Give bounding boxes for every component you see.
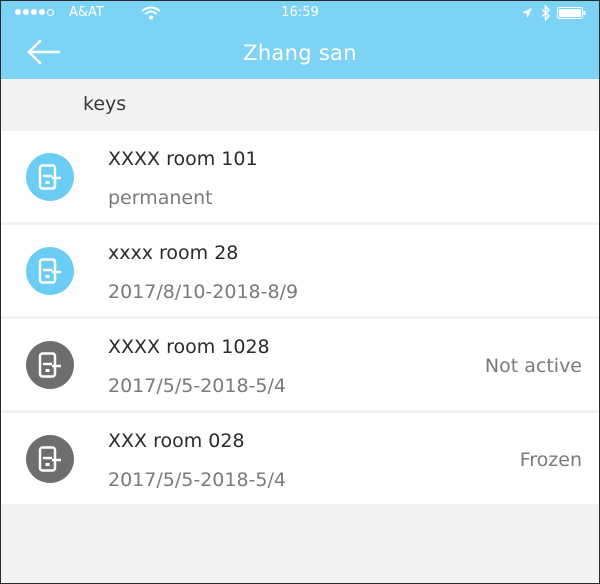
back-button[interactable] bbox=[23, 35, 73, 71]
key-name: XXX room 028 bbox=[108, 430, 245, 452]
keys-section-header: keys bbox=[1, 79, 599, 131]
key-validity: 2017/5/5-2018-5/4 bbox=[108, 469, 286, 491]
navigation-bar: Zhang san bbox=[1, 27, 599, 79]
bluetooth-icon bbox=[541, 5, 551, 21]
app-header: A&AT 16:59 Zhang san bbox=[1, 1, 599, 79]
door-lock-icon bbox=[38, 446, 61, 472]
key-list-item[interactable]: XXXX room 101 permanent bbox=[1, 131, 599, 222]
key-validity: 2017/8/10-2018-8/9 bbox=[108, 281, 299, 303]
status-bar: A&AT 16:59 bbox=[1, 1, 599, 27]
door-lock-icon bbox=[38, 258, 61, 284]
key-avatar bbox=[26, 341, 74, 389]
section-title: keys bbox=[83, 93, 127, 115]
key-name: XXXX room 101 bbox=[108, 148, 258, 170]
page-title: Zhang san bbox=[243, 41, 357, 65]
key-list-item[interactable]: XXX room 028 2017/5/5-2018-5/4 Frozen bbox=[1, 413, 599, 504]
key-validity: permanent bbox=[108, 187, 213, 209]
door-lock-icon bbox=[38, 352, 61, 378]
status-time: 16:59 bbox=[281, 5, 319, 20]
key-status-badge: Frozen bbox=[519, 449, 582, 471]
key-avatar bbox=[26, 435, 74, 483]
key-list-item[interactable]: XXXX room 1028 2017/5/5-2018-5/4 Not act… bbox=[1, 319, 599, 410]
key-list-item[interactable]: xxxx room 28 2017/8/10-2018-8/9 bbox=[1, 225, 599, 316]
door-lock-icon bbox=[38, 164, 61, 190]
key-name: xxxx room 28 bbox=[108, 242, 239, 264]
arrow-left-icon bbox=[27, 39, 61, 65]
key-name: XXXX room 1028 bbox=[108, 336, 270, 358]
phone-screen: A&AT 16:59 Zhang san keys XXXX room 101 … bbox=[0, 0, 600, 584]
key-list: XXXX room 101 permanent xxxx room 28 201… bbox=[1, 131, 599, 507]
key-status-badge: Not active bbox=[484, 355, 582, 377]
battery-icon bbox=[557, 7, 586, 19]
key-avatar bbox=[26, 247, 74, 295]
key-avatar bbox=[26, 153, 74, 201]
location-arrow-icon bbox=[522, 8, 532, 18]
key-validity: 2017/5/5-2018-5/4 bbox=[108, 375, 286, 397]
